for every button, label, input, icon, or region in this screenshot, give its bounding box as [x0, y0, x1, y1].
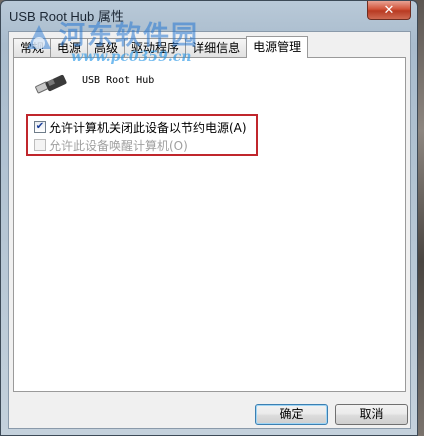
allow-wake-checkbox	[34, 139, 46, 151]
usb-plug-icon	[35, 74, 67, 94]
window-title: USB Root Hub 属性	[9, 9, 124, 24]
allow-turn-off-checkbox[interactable]: ✔	[34, 121, 46, 133]
allow-wake-option: 允许此设备唤醒计算机(O)	[34, 137, 188, 153]
close-button[interactable]: ✕	[367, 1, 411, 20]
dialog-client-area: 常规 电源 高级 驱动程序 详细信息 电源管理 USB Root Hub ✔ 允…	[8, 31, 411, 429]
tab-general[interactable]: 常规	[13, 38, 52, 58]
allow-turn-off-label: 允许计算机关闭此设备以节约电源(A)	[49, 120, 247, 135]
tab-details[interactable]: 详细信息	[185, 38, 248, 58]
tab-power[interactable]: 电源	[50, 38, 89, 58]
properties-dialog: USB Root Hub 属性 ✕ 河东软件园 www.pc0359.cn 常规…	[0, 0, 418, 436]
tab-power-management[interactable]: 电源管理	[246, 36, 309, 58]
ok-button[interactable]: 确定	[255, 404, 328, 425]
dialog-buttons: 确定 取消	[9, 404, 410, 426]
power-options-highlight: ✔ 允许计算机关闭此设备以节约电源(A) 允许此设备唤醒计算机(O)	[26, 114, 258, 156]
power-management-panel: USB Root Hub ✔ 允许计算机关闭此设备以节约电源(A) 允许此设备唤…	[13, 57, 406, 392]
tab-strip: 常规 电源 高级 驱动程序 详细信息 电源管理	[13, 36, 309, 58]
allow-turn-off-option[interactable]: ✔ 允许计算机关闭此设备以节约电源(A)	[34, 119, 247, 135]
allow-wake-label: 允许此设备唤醒计算机(O)	[49, 138, 188, 153]
cancel-button[interactable]: 取消	[335, 404, 408, 425]
device-name: USB Root Hub	[82, 75, 155, 86]
close-icon: ✕	[383, 2, 395, 18]
tab-driver[interactable]: 驱动程序	[124, 38, 187, 58]
title-bar[interactable]: USB Root Hub 属性 ✕	[1, 1, 417, 31]
tab-advanced[interactable]: 高级	[87, 38, 126, 58]
